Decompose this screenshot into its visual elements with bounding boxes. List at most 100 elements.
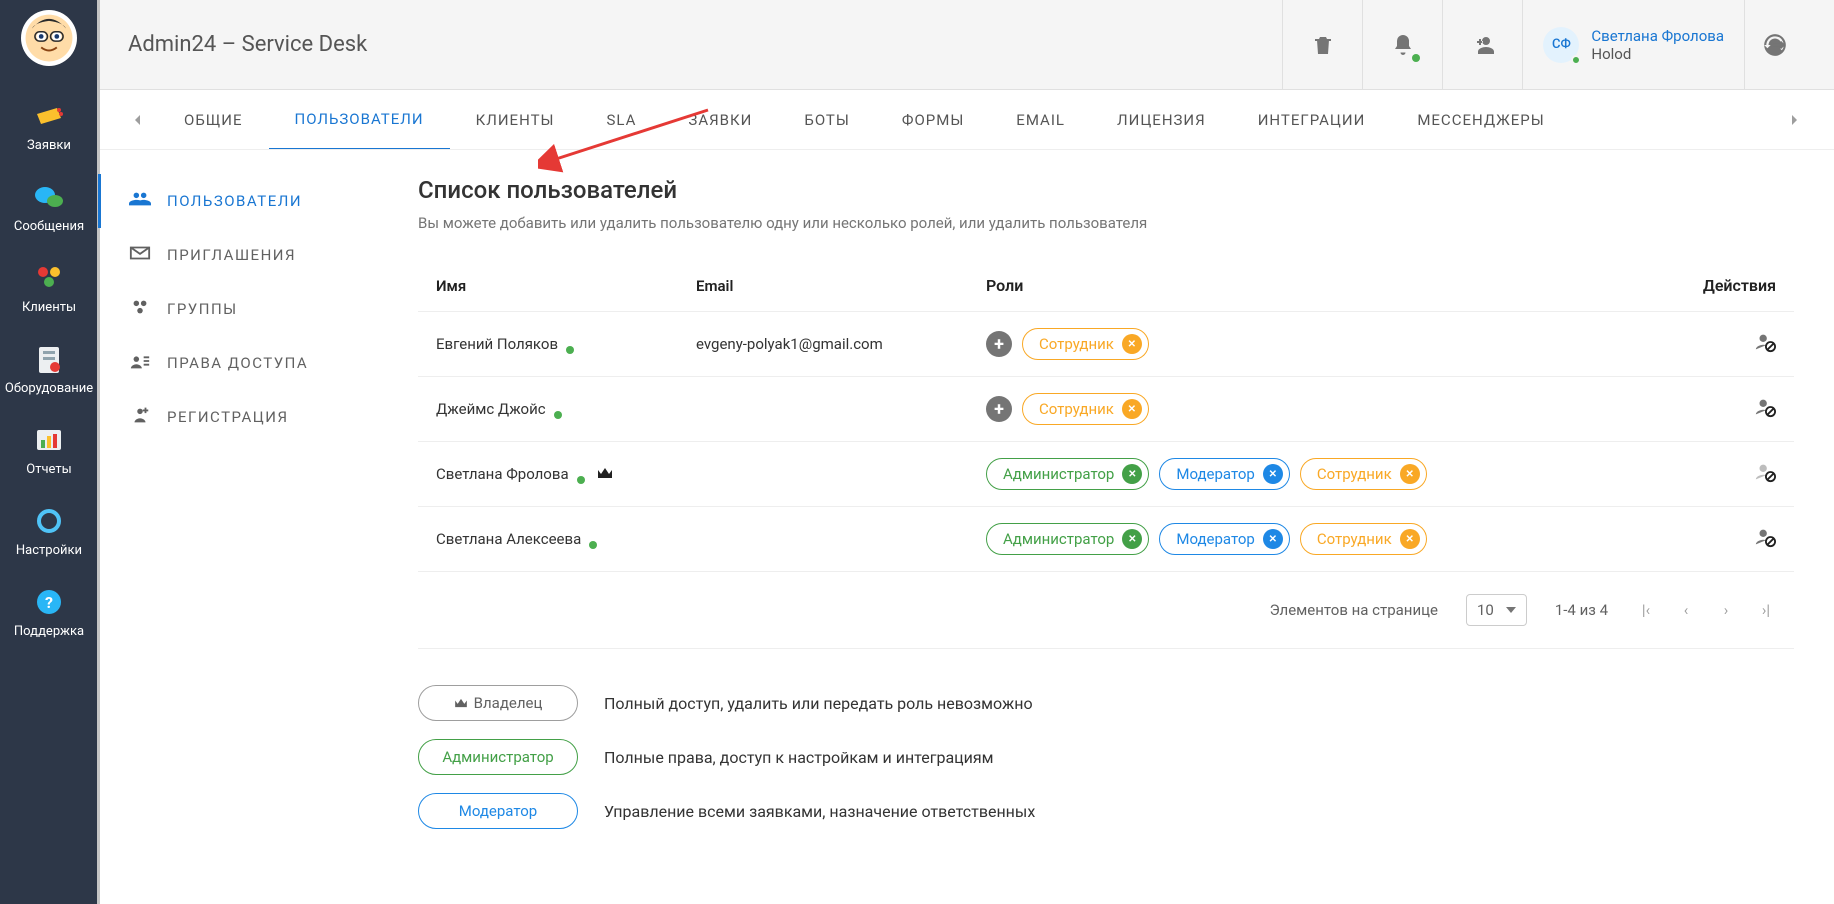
page-size-select[interactable]: 10 — [1466, 594, 1527, 626]
tab-email[interactable]: EMAIL — [990, 90, 1091, 150]
tabs-next-button[interactable] — [1774, 90, 1814, 150]
rail-item-2[interactable]: Клиенты — [5, 248, 93, 329]
rail-icon — [33, 343, 65, 375]
legend-row: ВладелецПолный доступ, удалить или перед… — [418, 685, 1794, 721]
rail-item-6[interactable]: ?Поддержка — [5, 572, 93, 653]
table-row: Светлана АлексееваАдминистратор✕Модерато… — [418, 507, 1794, 572]
user-avatar-badge: СФ — [1543, 27, 1579, 63]
svg-text:?: ? — [45, 593, 53, 612]
user-name-cell: Джеймс Джойс — [436, 400, 546, 418]
chip-remove-icon[interactable]: ✕ — [1122, 464, 1142, 484]
legend-row: Администратор Полные права, доступ к наст… — [418, 739, 1794, 775]
online-dot-icon — [566, 346, 574, 354]
sub-item-icon — [129, 188, 151, 214]
col-header-roles: Роли — [986, 276, 1696, 295]
chip-remove-icon[interactable]: ✕ — [1263, 529, 1283, 549]
rail-icon — [33, 505, 65, 537]
role-chip: Сотрудник ✕ — [1022, 328, 1149, 360]
add-user-button[interactable] — [1442, 0, 1522, 90]
chip-remove-icon[interactable]: ✕ — [1122, 334, 1142, 354]
rail-label: Оборудование — [5, 381, 93, 396]
user-email-cell: evgeny-polyak1@gmail.com — [696, 335, 986, 353]
role-label: Модератор — [1176, 465, 1254, 483]
rail-item-1[interactable]: Сообщения — [5, 167, 93, 248]
rail-icon — [33, 181, 65, 213]
chip-remove-icon[interactable]: ✕ — [1263, 464, 1283, 484]
chip-remove-icon[interactable]: ✕ — [1400, 529, 1420, 549]
sub-item-label: ПРАВА ДОСТУПА — [167, 354, 308, 372]
rail-icon — [33, 262, 65, 294]
tabs-prev-button[interactable] — [118, 90, 158, 150]
sub-item-4[interactable]: РЕГИСТРАЦИЯ — [98, 390, 378, 444]
current-user[interactable]: СФ Светлана Фролова Holod — [1522, 0, 1744, 90]
add-role-button[interactable]: + — [986, 396, 1012, 422]
rail-item-5[interactable]: Настройки — [5, 491, 93, 572]
legend-desc: Полные права, доступ к настройкам и инте… — [604, 748, 994, 767]
sub-item-label: РЕГИСТРАЦИЯ — [167, 408, 289, 426]
col-header-actions: Действия — [1696, 276, 1776, 295]
notifications-button[interactable] — [1362, 0, 1442, 90]
online-dot-icon — [577, 476, 585, 484]
rail-icon — [33, 100, 65, 132]
role-chip: Сотрудник ✕ — [1300, 523, 1427, 555]
role-label: Сотрудник — [1039, 400, 1114, 418]
tab-общие[interactable]: ОБЩИЕ — [158, 90, 269, 150]
page-last-button[interactable]: ›| — [1756, 601, 1776, 619]
logout-button[interactable] — [1744, 0, 1804, 90]
tab-формы[interactable]: ФОРМЫ — [876, 90, 990, 150]
sub-item-2[interactable]: ГРУППЫ — [98, 282, 378, 336]
sub-item-label: ПРИГЛАШЕНИЯ — [167, 246, 296, 264]
sub-item-3[interactable]: ПРАВА ДОСТУПА — [98, 336, 378, 390]
tab-боты[interactable]: БОТЫ — [778, 90, 876, 150]
panel-title: Список пользователей — [418, 176, 1794, 204]
add-role-button[interactable]: + — [986, 331, 1012, 357]
table-row: Евгений Поляков evgeny-polyak1@gmail.com+… — [418, 312, 1794, 377]
legend-row: МодераторУправление всеми заявками, назн… — [418, 793, 1794, 829]
rail-item-3[interactable]: Оборудование — [5, 329, 93, 410]
tab-пользователи[interactable]: ПОЛЬЗОВАТЕЛИ — [269, 90, 450, 150]
online-dot-icon — [589, 541, 597, 549]
legend-desc: Полный доступ, удалить или передать роль… — [604, 694, 1033, 713]
page-first-button[interactable]: |‹ — [1636, 601, 1656, 619]
online-indicator-icon — [1571, 55, 1581, 65]
remove-user-button[interactable] — [1754, 533, 1776, 552]
rail-item-4[interactable]: Отчеты — [5, 410, 93, 491]
sub-item-1[interactable]: ПРИГЛАШЕНИЯ — [98, 228, 378, 282]
chip-remove-icon[interactable]: ✕ — [1122, 399, 1142, 419]
page-next-button[interactable]: › — [1716, 601, 1736, 619]
tab-sla[interactable]: SLA — [581, 90, 663, 150]
tab-мессенджеры[interactable]: МЕССЕНДЖЕРЫ — [1391, 90, 1570, 150]
profile-avatar[interactable] — [21, 10, 77, 66]
tab-заявки[interactable]: ЗАЯВКИ — [662, 90, 778, 150]
role-label: Сотрудник — [1039, 335, 1114, 353]
trash-button[interactable] — [1282, 0, 1362, 90]
tab-интеграции[interactable]: ИНТЕГРАЦИИ — [1232, 90, 1392, 150]
table-header: Имя Email Роли Действия — [418, 260, 1794, 312]
role-label: Модератор — [1176, 530, 1254, 548]
tabs-bar: ОБЩИЕПОЛЬЗОВАТЕЛИКЛИЕНТЫSLAЗАЯВКИБОТЫФОР… — [98, 90, 1834, 150]
app-title: Admin24 – Service Desk — [128, 32, 1282, 57]
role-label: Сотрудник — [1317, 530, 1392, 548]
sub-item-icon — [129, 404, 151, 430]
sub-item-label: ГРУППЫ — [167, 300, 238, 318]
remove-user-button[interactable] — [1754, 403, 1776, 422]
tab-лицензия[interactable]: ЛИЦЕНЗИЯ — [1091, 90, 1232, 150]
sub-item-icon — [129, 296, 151, 322]
chip-remove-icon[interactable]: ✕ — [1122, 529, 1142, 549]
remove-user-button[interactable] — [1754, 338, 1776, 357]
crown-icon — [597, 465, 613, 483]
role-chip: Сотрудник ✕ — [1022, 393, 1149, 425]
user-name-cell: Евгений Поляков — [436, 335, 558, 353]
tab-клиенты[interactable]: КЛИЕНТЫ — [450, 90, 581, 150]
rail-item-0[interactable]: Заявки — [5, 86, 93, 167]
user-name-cell: Светлана Алексеева — [436, 530, 581, 548]
table-row: Джеймс Джойс + Сотрудник ✕ — [418, 377, 1794, 442]
sub-item-icon — [129, 350, 151, 376]
legend-chip: Администратор — [418, 739, 578, 775]
legend-chip: Модератор — [418, 793, 578, 829]
left-nav-rail: ЗаявкиСообщенияКлиенты Оборудование Отчеты… — [0, 0, 98, 904]
chip-remove-icon[interactable]: ✕ — [1400, 464, 1420, 484]
user-name-cell: Светлана Фролова — [436, 465, 569, 483]
page-prev-button[interactable]: ‹ — [1676, 601, 1696, 619]
sub-item-0[interactable]: ПОЛЬЗОВАТЕЛИ — [98, 174, 378, 228]
